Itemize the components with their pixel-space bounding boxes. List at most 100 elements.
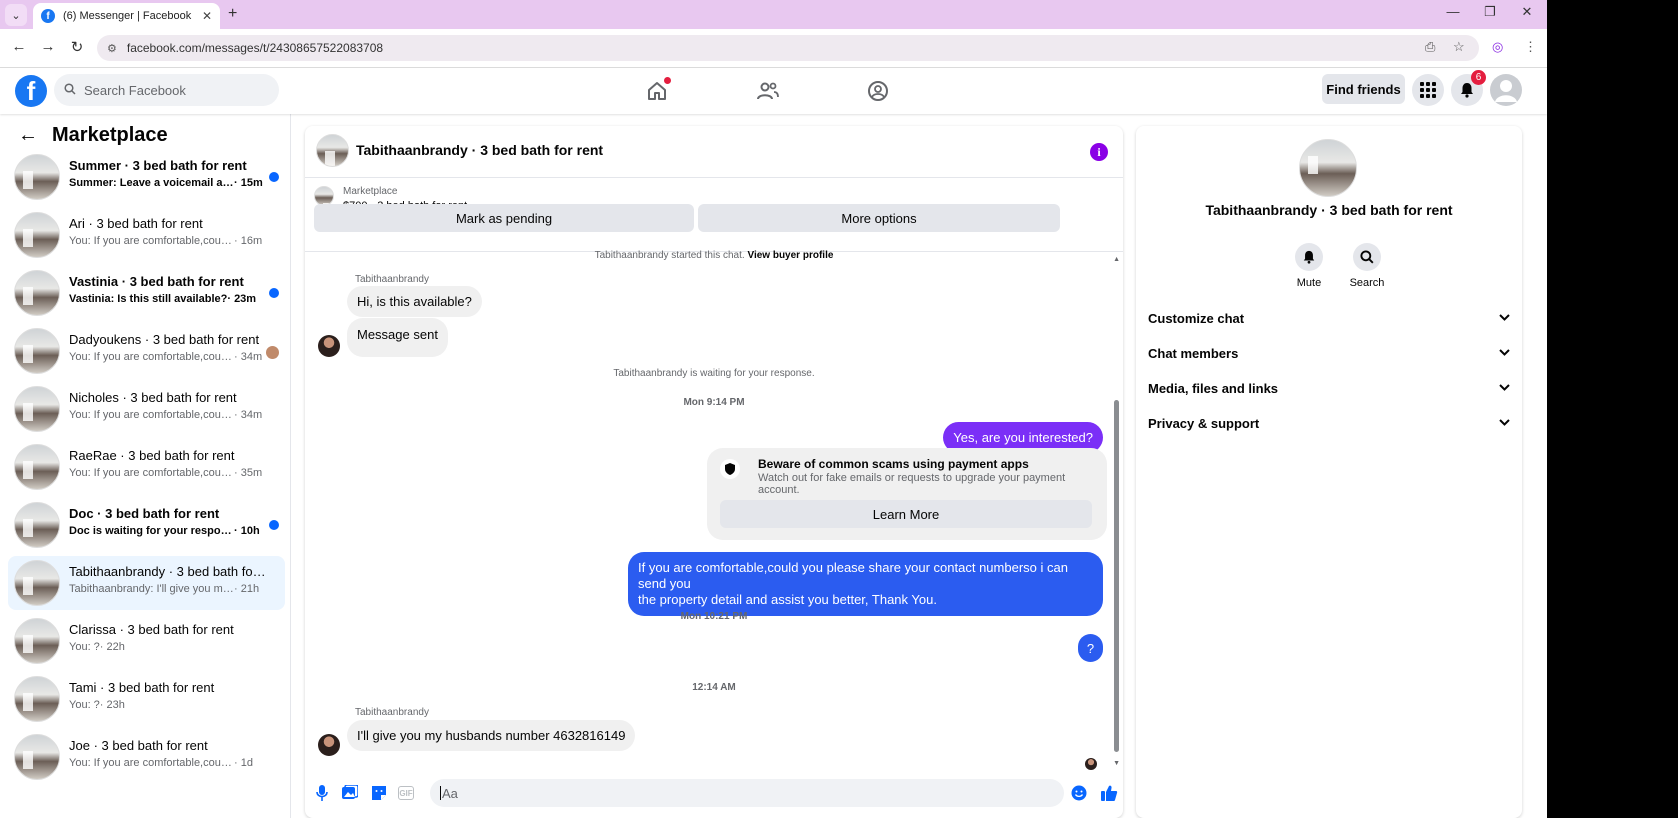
new-tab-plus-icon[interactable]: + (228, 5, 237, 23)
composer-placeholder: Aa (442, 785, 458, 801)
marketplace-header: ← Marketplace (18, 124, 168, 147)
find-friends-button[interactable]: Find friends (1322, 74, 1405, 104)
friends-icon[interactable] (756, 79, 780, 103)
listing-thumbnail (14, 502, 60, 548)
reload-icon[interactable]: ↻ (67, 38, 87, 56)
profile-icon[interactable]: ◎ (1492, 39, 1503, 55)
listing-small-thumbnail[interactable] (314, 186, 334, 206)
facebook-logo-icon[interactable]: f (15, 75, 47, 107)
details-section-row[interactable]: Privacy & support (1148, 408, 1510, 438)
listing-profile-image[interactable] (1299, 139, 1357, 197)
learn-more-button[interactable]: Learn More (720, 500, 1092, 528)
microphone-icon[interactable] (313, 784, 331, 802)
conversation-preview: You: If you are comfortable,could yo... (69, 235, 234, 247)
seen-avatar (266, 346, 279, 359)
message-line: the property detail and assist you bette… (638, 592, 937, 607)
mark-as-pending-button[interactable]: Mark as pending (314, 204, 694, 232)
facebook-favicon-icon: f (41, 9, 55, 23)
thread-scrollbar[interactable] (1114, 400, 1119, 752)
listing-thumbnail[interactable] (316, 134, 349, 167)
back-arrow-icon[interactable]: ← (18, 124, 38, 147)
conversation-title: Ari · 3 bed bath for rent (69, 216, 203, 231)
read-receipt-avatar (1085, 758, 1097, 770)
sender-avatar[interactable] (318, 734, 340, 756)
conversation-item[interactable]: Doc · 3 bed bath for rent Doc is waiting … (8, 498, 285, 552)
conversation-preview: Vastinia: Is this still available? (69, 293, 228, 305)
conversation-item[interactable]: Tabithaanbrandy · 3 bed bath for r... Tab… (8, 556, 285, 610)
info-icon[interactable]: i (1090, 143, 1108, 161)
menu-grid-icon[interactable] (1412, 74, 1444, 106)
forward-arrow-icon[interactable]: → (38, 38, 58, 55)
listing-thumbnail (14, 618, 60, 664)
photo-icon[interactable] (341, 784, 359, 802)
browser-tab[interactable]: f (6) Messenger | Facebook ✕ (33, 3, 220, 29)
conversation-preview-row: Vastinia: Is this still available? · 23m (69, 293, 264, 305)
conversation-item[interactable]: Clarissa · 3 bed bath for rent You: ? · 22… (8, 614, 285, 668)
sender-name: Tabithaanbrandy (355, 274, 429, 285)
conversation-time: · 1d (234, 757, 253, 769)
details-section-row[interactable]: Customize chat (1148, 303, 1510, 333)
message-composer: GIF Aa (305, 770, 1123, 818)
conversation-title: Clarissa · 3 bed bath for rent (69, 622, 234, 637)
incoming-message: I'll give you my husbands number 4632816… (347, 720, 636, 751)
scroll-up-arrow-icon[interactable]: ▲ (1113, 256, 1120, 263)
listing-thumbnail (14, 676, 60, 722)
facebook-search-input[interactable]: Search Facebook (54, 74, 279, 106)
browser-menu-icon[interactable]: ⋮ (1524, 39, 1537, 55)
address-bar-row: ← → ↻ ⚙ facebook.com/messages/t/24308657… (0, 29, 1547, 68)
restore-icon[interactable]: ❐ (1475, 4, 1505, 20)
url-field[interactable]: ⚙ facebook.com/messages/t/24308657522083… (97, 35, 1479, 61)
chat-title[interactable]: Tabithaanbrandy · 3 bed bath for rent (356, 142, 603, 158)
conversation-item[interactable]: Ari · 3 bed bath for rent You: If you are… (8, 208, 285, 262)
outgoing-message: If you are comfortable,could you please … (628, 552, 1103, 616)
conversation-item[interactable]: RaeRae · 3 bed bath for rent You: If you … (8, 440, 285, 494)
listing-thumbnail (14, 270, 60, 316)
account-avatar-icon[interactable] (1490, 74, 1522, 106)
details-section-row[interactable]: Media, files and links (1148, 373, 1510, 403)
conversation-item[interactable]: Vastinia · 3 bed bath for rent Vastinia: … (8, 266, 285, 320)
conversation-preview-row: You: If you are comfortable,could you ..… (69, 757, 264, 769)
close-tab-icon[interactable]: ✕ (202, 9, 212, 23)
browser-tab-bar: ⌄ f (6) Messenger | Facebook ✕ + — ❐ ✕ (0, 0, 1547, 29)
listing-thumbnail (14, 154, 60, 200)
back-arrow-icon[interactable]: ← (9, 38, 29, 55)
conversation-item[interactable]: Dadyoukens · 3 bed bath for rent You: If … (8, 324, 285, 378)
conversation-preview: Tabithaanbrandy: I'll give you my hus... (69, 583, 234, 595)
window-close-icon[interactable]: ✕ (1512, 4, 1542, 20)
bookmark-star-icon[interactable]: ☆ (1453, 39, 1465, 55)
unread-dot (269, 172, 279, 182)
tab-search-chevron-icon[interactable]: ⌄ (5, 4, 27, 26)
conversation-time: · 15m (234, 177, 263, 189)
sticker-icon[interactable] (370, 784, 388, 802)
listing-thumbnail (14, 328, 60, 374)
timestamp: Mon 9:14 PM (683, 397, 745, 408)
conversation-item[interactable]: Summer · 3 bed bath for rent Summer: Leav… (8, 150, 285, 204)
conversation-item[interactable]: Nicholes · 3 bed bath for rent You: If yo… (8, 382, 285, 436)
search-conversation-button[interactable]: Search (1337, 243, 1397, 289)
mute-button[interactable]: Mute (1279, 243, 1339, 289)
view-buyer-profile-link[interactable]: View buyer profile (747, 250, 833, 261)
conversation-item[interactable]: Tami · 3 bed bath for rent You: ? · 23h (8, 672, 285, 726)
conversation-preview-row: You: ? · 23h (69, 699, 264, 711)
sender-avatar[interactable] (318, 335, 340, 357)
conversation-item[interactable]: Joe · 3 bed bath for rent You: If you are… (8, 730, 285, 784)
scroll-down-arrow-icon[interactable]: ▼ (1113, 760, 1120, 767)
pane-title: Marketplace (52, 124, 168, 146)
more-options-button[interactable]: More options (698, 204, 1060, 232)
gif-icon[interactable]: GIF (398, 786, 414, 800)
install-app-icon[interactable]: ⎙ (1425, 39, 1435, 55)
message-input[interactable]: Aa (430, 779, 1064, 807)
timestamp: 12:14 AM (692, 682, 736, 693)
conversation-time: · 34m (234, 409, 263, 421)
site-info-icon[interactable]: ⚙ (107, 42, 117, 55)
mute-label: Mute (1296, 277, 1322, 289)
thumbs-up-icon[interactable] (1100, 784, 1118, 802)
conversation-preview: You: ? (69, 641, 100, 653)
conversation-title: RaeRae · 3 bed bath for rent (69, 448, 235, 463)
conversation-time: · 23m (227, 293, 257, 305)
minimize-icon[interactable]: — (1438, 4, 1468, 19)
groups-icon[interactable] (866, 79, 890, 103)
marketplace-label: Marketplace (343, 186, 398, 197)
emoji-icon[interactable] (1070, 784, 1088, 802)
details-section-row[interactable]: Chat members (1148, 338, 1510, 368)
